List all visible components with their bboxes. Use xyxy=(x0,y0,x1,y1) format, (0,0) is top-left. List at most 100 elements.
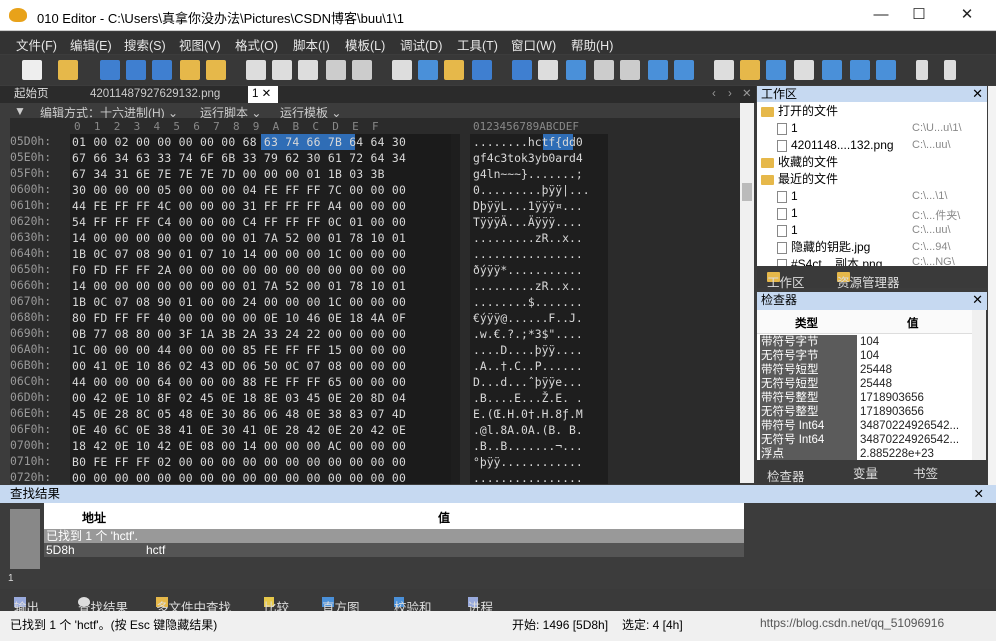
hex-row[interactable]: 0690h: 0B 77 08 80 00 3F 1A 3B 2A 33 24 2… xyxy=(10,326,740,342)
maximize-button[interactable]: ☐ xyxy=(896,0,942,31)
row-hex-bytes[interactable]: 00 41 0E 10 86 02 43 0D 06 50 0C 07 08 0… xyxy=(72,359,406,373)
menu-search[interactable]: 搜索(S) xyxy=(124,35,166,54)
hex-row[interactable]: 0640h: 1B 0C 07 08 90 01 07 10 14 00 00 0… xyxy=(10,246,740,262)
hex-editor[interactable]: 0 1 2 3 4 5 6 7 8 9 A B C D E F 01234567… xyxy=(10,118,740,484)
tree-recent-1[interactable]: 1 xyxy=(777,188,798,205)
highlight-icon[interactable] xyxy=(538,60,558,80)
hex-row[interactable]: 0660h: 14 00 00 00 00 00 00 00 01 7A 52 0… xyxy=(10,278,740,294)
tree-favorites[interactable]: 收藏的文件 xyxy=(761,154,838,171)
inspector-value[interactable]: 25448 xyxy=(858,377,892,391)
inspector-value[interactable]: 34870224926542... xyxy=(858,433,959,447)
new-file-icon[interactable] xyxy=(22,60,42,80)
row-ascii[interactable]: DþÿÿL...1ÿÿÿ¤... xyxy=(473,199,583,213)
collapse-arrow-icon[interactable]: ▼ xyxy=(14,104,26,118)
row-ascii[interactable]: .@l.8A.0A.(B. B. xyxy=(473,423,583,437)
hex-row[interactable]: 0610h: 44 FE FF FF 4C 00 00 00 31 FF FF F… xyxy=(10,198,740,214)
tab-nav-left-icon[interactable]: ‹ xyxy=(712,86,716,103)
hex-row[interactable]: 0680h: 80 FD FF FF 40 00 00 00 00 0E 10 4… xyxy=(10,310,740,326)
menu-tools[interactable]: 工具(T) xyxy=(457,35,498,54)
row-ascii[interactable]: ....D....þÿÿ.... xyxy=(473,343,583,357)
hex-row[interactable]: 06D0h: 00 42 0E 10 8F 02 45 0E 18 8E 03 4… xyxy=(10,390,740,406)
row-ascii[interactable]: E.(Œ.H.0†.H.8ƒ.M xyxy=(473,407,583,421)
row-ascii[interactable]: g4ln~~~}.......; xyxy=(473,167,583,181)
row-ascii[interactable]: °þÿÿ............ xyxy=(473,455,583,469)
cut-icon[interactable] xyxy=(246,60,266,80)
row-ascii[interactable]: ................ xyxy=(473,471,583,484)
inspector-value[interactable]: 34870224926542... xyxy=(858,419,959,433)
hex-mode-icon[interactable] xyxy=(566,60,586,80)
row-hex-bytes[interactable]: 44 00 00 00 64 00 00 00 88 FE FF FF 65 0… xyxy=(72,375,406,389)
open-folder-icon[interactable] xyxy=(58,60,78,80)
row-hex-bytes[interactable]: 0B 77 08 80 00 3F 1A 3B 2A 33 24 22 00 0… xyxy=(72,327,406,341)
hex-row[interactable]: 0720h: 00 00 00 00 00 00 00 00 00 00 00 0… xyxy=(10,470,740,484)
menu-format[interactable]: 格式(O) xyxy=(235,35,278,54)
row-hex-bytes[interactable]: 0E 40 6C 0E 38 41 0E 30 41 0E 28 42 0E 2… xyxy=(72,423,406,437)
row-hex-bytes[interactable]: B0 FE FF FF 02 00 00 00 00 00 00 00 00 0… xyxy=(72,455,406,469)
binary-icon[interactable] xyxy=(674,60,694,80)
checksum-icon[interactable] xyxy=(794,60,814,80)
menu-script[interactable]: 脚本(I) xyxy=(293,35,330,54)
row-ascii[interactable]: .B..B.......¬... xyxy=(473,439,583,453)
inspector-row[interactable]: 无符号短型 25448 xyxy=(757,377,972,391)
tree-recent-2[interactable]: 1 xyxy=(777,205,798,222)
row-hex-bytes[interactable]: 54 FF FF FF C4 00 00 00 C4 FF FF FF 0C 0… xyxy=(72,215,406,229)
font-icon[interactable] xyxy=(512,60,532,80)
tab-start-page[interactable]: 起始页 xyxy=(14,86,49,103)
hex-row[interactable]: 05F0h: 67 34 31 6E 7E 7E 7E 7D 00 00 00 0… xyxy=(10,166,740,182)
tab-file-1[interactable]: 1 ✕ xyxy=(248,86,278,103)
row-hex-bytes[interactable]: 14 00 00 00 00 00 00 00 01 7A 52 00 01 7… xyxy=(72,231,406,245)
open-project-icon[interactable] xyxy=(180,60,200,80)
inspector-value[interactable]: 2.885228e+23 xyxy=(858,447,934,460)
templates-icon[interactable] xyxy=(740,60,760,80)
row-hex-bytes[interactable]: 67 34 31 6E 7E 7E 7E 7D 00 00 00 01 1B 0… xyxy=(72,167,385,181)
row-ascii[interactable]: .........zR..x.. xyxy=(473,231,583,245)
menu-template[interactable]: 模板(L) xyxy=(345,35,385,54)
tree-file-2[interactable]: 4201148....132.png xyxy=(777,137,894,154)
row-hex-bytes[interactable]: 44 FE FF FF 4C 00 00 00 31 FF FF FF A4 0… xyxy=(72,199,406,213)
save-icon[interactable] xyxy=(100,60,120,80)
wrap-icon[interactable] xyxy=(648,60,668,80)
replace-icon[interactable] xyxy=(418,60,438,80)
menu-edit[interactable]: 编辑(E) xyxy=(70,35,112,54)
tree-open-files[interactable]: 打开的文件 xyxy=(761,103,838,120)
inspector-value[interactable]: 104 xyxy=(858,349,879,363)
workspace-icon[interactable] xyxy=(206,60,226,80)
hex-row[interactable]: 06C0h: 44 00 00 00 64 00 00 00 88 FE FF F… xyxy=(10,374,740,390)
row-ascii[interactable]: ........hctf{dd0 xyxy=(473,135,583,149)
inspector-row[interactable]: 浮点 2.885228e+23 xyxy=(757,447,972,460)
row-hex-bytes[interactable]: 14 00 00 00 00 00 00 00 01 7A 52 00 01 7… xyxy=(72,279,406,293)
hex-row[interactable]: 0600h: 30 00 00 00 05 00 00 00 04 FE FF F… xyxy=(10,182,740,198)
menu-file[interactable]: 文件(F) xyxy=(16,35,57,54)
find-result-row[interactable]: 5D8h hctf xyxy=(44,543,744,557)
menu-help[interactable]: 帮助(H) xyxy=(571,35,613,54)
row-hex-bytes[interactable]: 01 00 02 00 00 00 00 00 68 63 74 66 7B 6… xyxy=(72,135,406,149)
row-ascii[interactable]: .w.€.?.;*3$".... xyxy=(473,327,583,341)
inspector-row[interactable]: 无符号 Int64 34870224926542... xyxy=(757,433,972,447)
save-all-icon[interactable] xyxy=(152,60,172,80)
row-hex-bytes[interactable]: 80 FD FF FF 40 00 00 00 00 0E 10 46 0E 1… xyxy=(72,311,406,325)
row-hex-bytes[interactable]: 30 00 00 00 05 00 00 00 04 FE FF FF 7C 0… xyxy=(72,183,406,197)
inspector-row[interactable]: 无符号字节 104 xyxy=(757,349,972,363)
redo-icon[interactable] xyxy=(352,60,372,80)
inspector-value[interactable]: 1718903656 xyxy=(858,391,924,405)
inspector-close-icon[interactable]: ✕ xyxy=(972,292,983,308)
inspector-row[interactable]: 带符号 Int64 34870224926542... xyxy=(757,419,972,433)
row-ascii[interactable]: 0.........þÿÿ|... xyxy=(473,183,590,197)
find-close-icon[interactable]: ✕ xyxy=(974,485,984,503)
menu-view[interactable]: 视图(V) xyxy=(179,35,221,54)
inspector-scrollbar[interactable] xyxy=(972,310,986,460)
tree-file-1[interactable]: 1 xyxy=(777,120,798,137)
goto-icon[interactable] xyxy=(472,60,492,80)
run-icon[interactable] xyxy=(916,60,928,80)
inspector-row[interactable]: 无符号整型 1718903656 xyxy=(757,405,972,419)
hex-row[interactable]: 06A0h: 1C 00 00 00 44 00 00 00 85 FE FF F… xyxy=(10,342,740,358)
row-ascii[interactable]: .B....E...Ž.E. . xyxy=(473,391,583,405)
menu-debug[interactable]: 调试(D) xyxy=(400,35,442,54)
row-hex-bytes[interactable]: 18 42 0E 10 42 0E 08 00 14 00 00 00 AC 0… xyxy=(72,439,406,453)
tab-bookmarks[interactable]: 书签 xyxy=(913,463,938,482)
pilcrow-icon[interactable] xyxy=(620,60,640,80)
row-hex-bytes[interactable]: 1B 0C 07 08 90 01 07 10 14 00 00 00 1C 0… xyxy=(72,247,406,261)
compare-icon[interactable] xyxy=(766,60,786,80)
row-hex-bytes[interactable]: 67 66 34 63 33 74 6F 6B 33 79 62 30 61 7… xyxy=(72,151,406,165)
hex-row[interactable]: 0710h: B0 FE FF FF 02 00 00 00 00 00 00 0… xyxy=(10,454,740,470)
